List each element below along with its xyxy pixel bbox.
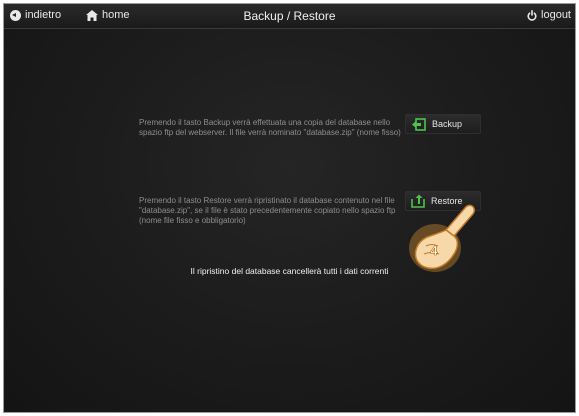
backup-description: Premendo il tasto Backup verrà effettuat… xyxy=(139,118,401,137)
backup-arrow-icon xyxy=(412,117,426,131)
power-icon xyxy=(527,9,537,21)
page-title: Backup / Restore xyxy=(243,9,336,23)
logout-label: logout xyxy=(541,9,571,21)
app-window: indietro home Backup / Restore logout Pr… xyxy=(3,3,576,413)
logout-button[interactable]: logout xyxy=(527,9,571,21)
top-bar: indietro home Backup / Restore logout xyxy=(4,4,575,29)
restore-warning: Il ripristino del database cancellerà tu… xyxy=(190,266,389,276)
restore-description: Premendo il tasto Restore verrà ripristi… xyxy=(139,196,396,225)
pointing-hand-icon: 4 xyxy=(409,204,475,272)
backup-button-label: Backup xyxy=(432,119,463,129)
backup-button[interactable]: Backup xyxy=(405,114,481,134)
step-number: 4 xyxy=(430,243,438,258)
